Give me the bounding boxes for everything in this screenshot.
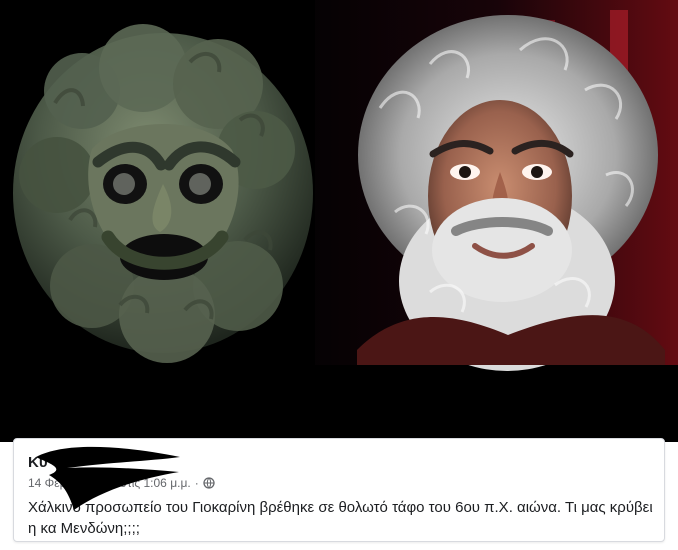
mask-and-portrait-photo	[0, 0, 678, 442]
comparison-photo[interactable]	[0, 0, 678, 442]
post-meta: 14 Φεβρουαρίου στις 1:06 μ.μ. ·	[28, 475, 215, 491]
post-timestamp[interactable]: 14 Φεβρουαρίου στις 1:06 μ.μ.	[28, 476, 191, 490]
post-author-name[interactable]: Κύ	[28, 454, 328, 474]
post-body-text: Χάλκινο προσωπείο του Γιοκαρίνη βρέθηκε …	[28, 499, 653, 537]
post-card: Κύ 14 Φεβρουαρίου στις 1:06 μ.μ. · Χάλκι…	[13, 438, 665, 542]
globe-icon[interactable]	[203, 477, 215, 489]
facebook-post-screenshot: Κύ 14 Φεβρουαρίου στις 1:06 μ.μ. · Χάλκι…	[0, 0, 678, 550]
meta-separator: ·	[194, 476, 199, 490]
